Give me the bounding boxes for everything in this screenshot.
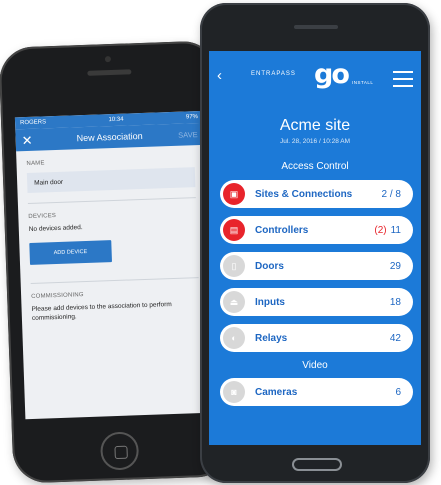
access-control-list: ▣ Sites & Connections 2 / 8 ▤ Controllers (2)…	[209, 180, 421, 352]
commissioning-text: Please add devices to the association to…	[31, 300, 172, 322]
relay-icon: ◐	[223, 327, 245, 349]
list-item[interactable]: ▣ Sites & Connections 2 / 8	[220, 180, 413, 208]
divider	[27, 197, 196, 205]
list-item-label: Sites & Connections	[255, 188, 353, 200]
list-item-label: Doors	[255, 260, 284, 272]
earpiece-speaker	[87, 69, 132, 76]
name-label: NAME	[26, 160, 45, 168]
list-item-count: (2) 11	[374, 225, 401, 236]
list-item-count: 29	[390, 261, 401, 272]
status-time: 10:34	[108, 116, 124, 124]
door-icon: ▯	[223, 255, 245, 277]
app-header: ‹ ENTRAPASS go INSTALL	[209, 51, 421, 111]
list-item[interactable]: ⏏ Inputs 18	[220, 288, 413, 316]
divider	[30, 276, 199, 284]
site-info: Acme site Jul. 28, 2016 / 10:28 AM	[209, 117, 421, 145]
count-value: 6	[395, 386, 401, 398]
save-button[interactable]: SAVE	[178, 130, 198, 140]
building-icon: ▣	[223, 183, 245, 205]
iphone-screen: ROGERS 10:34 97% ✕ New Association SAVE …	[14, 110, 214, 420]
page-title: New Association	[76, 130, 143, 144]
association-form: NAME Main door DEVICES No devices added.…	[16, 145, 210, 324]
list-item[interactable]: ▯ Doors 29	[220, 252, 413, 280]
input-icon: ⏏	[223, 291, 245, 313]
count-value: 29	[389, 260, 401, 272]
front-camera	[104, 56, 112, 63]
add-device-button[interactable]: ADD DEVICE	[29, 239, 112, 265]
devices-label: DEVICES	[28, 213, 57, 220]
app-logo: go	[314, 59, 350, 90]
camera-icon: ◙	[223, 381, 245, 403]
list-item[interactable]: ▤ Controllers (2) 11	[220, 216, 413, 244]
android-device: ‹ ENTRAPASS go INSTALL Acme site Jul. 28…	[200, 3, 430, 483]
home-button[interactable]	[99, 431, 140, 471]
list-item[interactable]: ◙ Cameras 6	[220, 378, 413, 406]
list-item-label: Inputs	[255, 296, 285, 308]
count-value: 11	[390, 224, 401, 236]
close-icon[interactable]: ✕	[21, 132, 37, 147]
list-item-label: Controllers	[255, 224, 309, 236]
section-title-access-control: Access Control	[281, 161, 349, 172]
hamburger-menu-icon[interactable]	[393, 71, 413, 92]
battery-label: 97%	[185, 114, 199, 121]
logo-suffix: INSTALL	[352, 80, 374, 85]
site-datetime: Jul. 28, 2016 / 10:28 AM	[279, 138, 351, 145]
alert-count: (2)	[374, 224, 387, 236]
commissioning-label: COMMISSIONING	[31, 291, 84, 300]
count-value: 18	[389, 296, 401, 308]
list-item-count: 42	[390, 333, 401, 344]
list-item-count: 18	[390, 297, 401, 308]
site-name: Acme site	[279, 117, 351, 134]
list-item-label: Relays	[255, 332, 288, 344]
devices-empty-text: No devices added.	[28, 224, 83, 233]
android-screen: ‹ ENTRAPASS go INSTALL Acme site Jul. 28…	[209, 51, 421, 445]
brand-label: ENTRAPASS	[251, 71, 296, 77]
chevron-left-icon[interactable]: ‹	[217, 67, 222, 84]
count-value: 42	[389, 332, 401, 344]
section-title-video: Video	[302, 360, 328, 371]
list-item-count: 2 / 8	[382, 189, 401, 200]
carrier-label: ROGERS	[19, 119, 47, 127]
android-home-button[interactable]	[292, 458, 342, 471]
controller-icon: ▤	[223, 219, 245, 241]
list-item[interactable]: ◐ Relays 42	[220, 324, 413, 352]
iphone-device: ROGERS 10:34 97% ✕ New Association SAVE …	[0, 40, 232, 484]
list-item-label: Cameras	[255, 386, 298, 398]
video-list: ◙ Cameras 6	[209, 378, 421, 406]
count-value: 2 / 8	[381, 188, 401, 200]
list-item-count: 6	[395, 387, 401, 398]
name-field[interactable]: Main door	[26, 167, 196, 194]
earpiece-speaker	[294, 25, 338, 29]
